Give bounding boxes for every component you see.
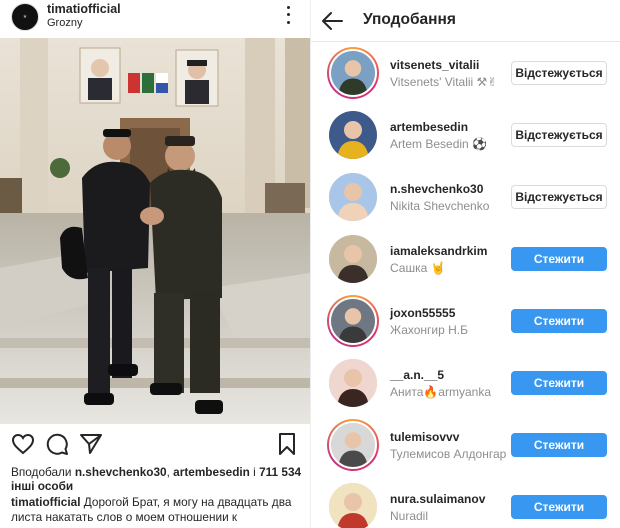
list-item[interactable]: artembesedin Artem Besedin ⚽ Відстежується xyxy=(311,104,620,166)
full-name: Анита🔥armyanka xyxy=(390,385,491,399)
avatar[interactable] xyxy=(327,357,379,409)
full-name: Vitsenets' Vitalii ⚒✌ xyxy=(390,75,498,89)
caption-username[interactable]: timatiofficial xyxy=(11,495,80,509)
full-name: Сашка 🤘 xyxy=(390,261,446,275)
likes-summary[interactable]: Вподобали n.shevchenko30, artembesedin і… xyxy=(11,465,306,493)
post-pane: ★ timatiofficial Grozny Вподобали n.shev… xyxy=(0,0,310,528)
following-button[interactable]: Відстежується xyxy=(511,185,607,209)
list-item[interactable]: n.shevchenko30 Nikita Shevchenko Відстежує… xyxy=(311,166,620,228)
username[interactable]: n.shevchenko30 xyxy=(390,182,483,196)
full-name: Artem Besedin ⚽ xyxy=(390,137,487,151)
list-item[interactable]: joxon55555 Жахонгир Н.Б Стежити xyxy=(311,290,620,352)
username[interactable]: vitsenets_vitalii xyxy=(390,58,479,72)
likes-conjunction: і xyxy=(249,465,260,479)
follow-button[interactable]: Стежити xyxy=(511,495,607,519)
follow-button[interactable]: Стежити xyxy=(511,247,607,271)
full-name: Nuradil xyxy=(390,509,429,523)
follow-button[interactable]: Стежити xyxy=(511,309,607,333)
liked-by-user[interactable]: n.shevchenko30 xyxy=(75,465,167,479)
following-button[interactable]: Відстежується xyxy=(511,61,607,85)
following-button[interactable]: Відстежується xyxy=(511,123,607,147)
likes-header: Уподобання xyxy=(311,0,620,42)
username[interactable]: artembesedin xyxy=(390,120,468,134)
avatar[interactable] xyxy=(327,47,379,99)
username[interactable]: tulemisovvv xyxy=(390,430,459,444)
back-arrow-icon[interactable] xyxy=(320,9,344,33)
follow-button[interactable]: Стежити xyxy=(511,371,607,395)
full-name: Жахонгир Н.Б xyxy=(390,323,469,337)
post-header: ★ timatiofficial Grozny xyxy=(0,0,310,38)
post-location[interactable]: Grozny xyxy=(47,17,82,29)
list-item[interactable]: __a.n.__5 Анита🔥armyanka Стежити xyxy=(311,352,620,414)
follow-button[interactable]: Стежити xyxy=(511,433,607,457)
likes-title: Уподобання xyxy=(363,11,456,28)
likes-prefix: Вподобали xyxy=(11,465,75,479)
heart-icon[interactable] xyxy=(11,432,35,456)
username[interactable]: joxon55555 xyxy=(390,306,455,320)
full-name: Тулемисов Алдонгар xyxy=(390,447,507,461)
avatar[interactable] xyxy=(327,295,379,347)
post-actions xyxy=(0,428,310,460)
username[interactable]: nura.sulaimanov xyxy=(390,492,485,506)
list-item[interactable]: vitsenets_vitalii Vitsenets' Vitalii ⚒✌ Ві… xyxy=(311,42,620,104)
likes-suffix[interactable]: інші особи xyxy=(11,479,73,493)
more-options-icon[interactable] xyxy=(282,4,294,26)
post-caption: timatiofficial Дорогой Брат, я могу на д… xyxy=(11,495,306,525)
liked-by-user[interactable]: artembesedin xyxy=(173,465,250,479)
post-avatar[interactable]: ★ xyxy=(11,3,39,31)
avatar[interactable] xyxy=(327,109,379,161)
username[interactable]: __a.n.__5 xyxy=(390,368,444,382)
post-photo[interactable] xyxy=(0,38,310,424)
avatar[interactable] xyxy=(327,233,379,285)
bookmark-icon[interactable] xyxy=(275,432,299,456)
avatar[interactable] xyxy=(327,481,379,528)
comment-icon[interactable] xyxy=(45,432,69,456)
post-username[interactable]: timatiofficial xyxy=(47,2,121,16)
list-item[interactable]: tulemisovvv Тулемисов Алдонгар Стежити xyxy=(311,414,620,476)
likes-count[interactable]: 711 534 xyxy=(259,465,301,479)
avatar[interactable] xyxy=(327,171,379,223)
full-name: Nikita Shevchenko xyxy=(390,199,490,213)
share-icon[interactable] xyxy=(79,432,103,456)
list-item[interactable]: nura.sulaimanov Nuradil Стежити xyxy=(311,476,620,528)
avatar[interactable] xyxy=(327,419,379,471)
list-item[interactable]: iamaleksandrkim Сашка 🤘 Стежити xyxy=(311,228,620,290)
likes-pane: Уподобання vitsenets_vitalii Vitsenets' V… xyxy=(310,0,620,528)
username[interactable]: iamaleksandrkim xyxy=(390,244,487,258)
